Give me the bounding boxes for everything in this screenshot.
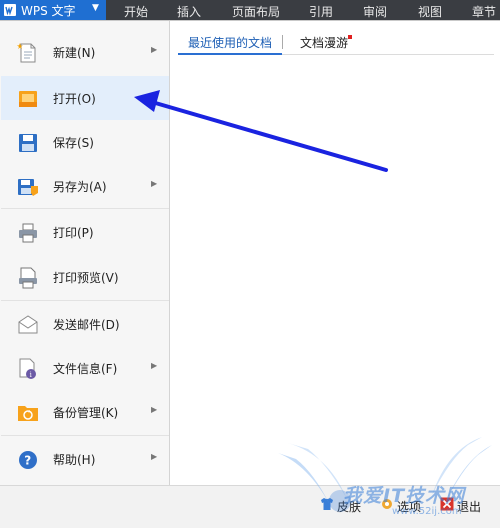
menu-item-save-as[interactable]: 另存为(A) ▶ — [1, 164, 169, 208]
save-disk-icon — [19, 134, 37, 152]
menu-item-label: 文件信息(F) — [53, 362, 118, 376]
printer-icon — [19, 223, 37, 243]
menu-item-label: 打印(P) — [53, 226, 94, 240]
menu-divider — [1, 208, 169, 209]
tab-home[interactable]: 开始 — [124, 3, 148, 20]
menu-item-help[interactable]: ? 帮助(H) ▶ — [1, 437, 169, 481]
submenu-arrow-icon: ▶ — [151, 361, 158, 370]
submenu-arrow-icon: ▶ — [151, 179, 158, 188]
watermark-url: www.52ij.com — [392, 506, 462, 517]
open-folder-icon — [19, 91, 37, 107]
menu-item-label: 另存为(A) — [53, 180, 107, 194]
menu-item-backup[interactable]: 备份管理(K) ▶ — [1, 390, 169, 434]
ribbon-menubar: WPS 文字 ▼ 开始 插入 页面布局 引用 审阅 视图 章节 — [0, 0, 500, 20]
skin-shirt-icon — [321, 498, 333, 510]
print-preview-icon — [19, 267, 37, 289]
save-as-icon — [18, 179, 38, 196]
tab-divider — [282, 35, 283, 49]
new-document-icon — [17, 43, 36, 63]
tab-page-layout[interactable]: 页面布局 — [232, 3, 280, 20]
chevron-down-icon: ▼ — [92, 3, 99, 13]
app-menu-button[interactable]: WPS 文字 ▼ — [0, 0, 106, 20]
tab-view[interactable]: 视图 — [418, 3, 442, 20]
tab-recent-documents[interactable]: 最近使用的文档 — [188, 34, 272, 51]
wps-logo-icon — [4, 4, 16, 16]
notification-badge — [348, 35, 352, 39]
menu-divider — [1, 300, 169, 301]
submenu-arrow-icon: ▶ — [151, 452, 158, 461]
menu-item-label: 帮助(H) — [53, 453, 96, 467]
backup-folder-icon — [18, 406, 38, 421]
help-icon: ? — [19, 451, 37, 469]
menu-item-label: 打开(O) — [53, 92, 96, 106]
menu-item-print-preview[interactable]: 打印预览(V) — [1, 255, 169, 299]
file-menu-list: 新建(N) ▶ 打开(O) 保存(S) 另存为(A) ▶ 打印(P) 打印预览(… — [0, 21, 170, 485]
tab-insert[interactable]: 插入 — [177, 3, 201, 20]
menu-item-label: 打印预览(V) — [53, 271, 119, 285]
app-title: WPS 文字 — [21, 4, 76, 18]
menu-divider — [1, 435, 169, 436]
mail-envelope-icon — [18, 315, 38, 334]
menu-item-label: 保存(S) — [53, 136, 94, 150]
documents-panel: 最近使用的文档 文档漫游 — [170, 21, 500, 485]
menu-item-file-info[interactable]: i 文件信息(F) ▶ — [1, 346, 169, 390]
tab-references[interactable]: 引用 — [309, 3, 333, 20]
submenu-arrow-icon: ▶ — [151, 405, 158, 414]
active-tab-indicator — [178, 53, 282, 55]
menu-item-label: 备份管理(K) — [53, 406, 119, 420]
tab-review[interactable]: 审阅 — [363, 3, 387, 20]
menu-item-label: 新建(N) — [53, 46, 96, 60]
menu-item-print[interactable]: 打印(P) — [1, 210, 169, 254]
menu-item-open[interactable]: 打开(O) — [1, 76, 169, 120]
tab-document-roaming[interactable]: 文档漫游 — [300, 34, 348, 51]
svg-text:?: ? — [24, 454, 31, 468]
menu-item-send-mail[interactable]: 发送邮件(D) — [1, 302, 169, 346]
menu-item-save[interactable]: 保存(S) — [1, 120, 169, 164]
menu-item-label: 发送邮件(D) — [53, 318, 120, 332]
file-info-icon: i — [19, 358, 36, 379]
submenu-arrow-icon: ▶ — [151, 45, 158, 54]
watermark-text: 我爱IT技术网 — [343, 485, 466, 507]
tab-chapter[interactable]: 章节 — [472, 3, 496, 20]
menu-item-new[interactable]: 新建(N) ▶ — [1, 30, 169, 74]
